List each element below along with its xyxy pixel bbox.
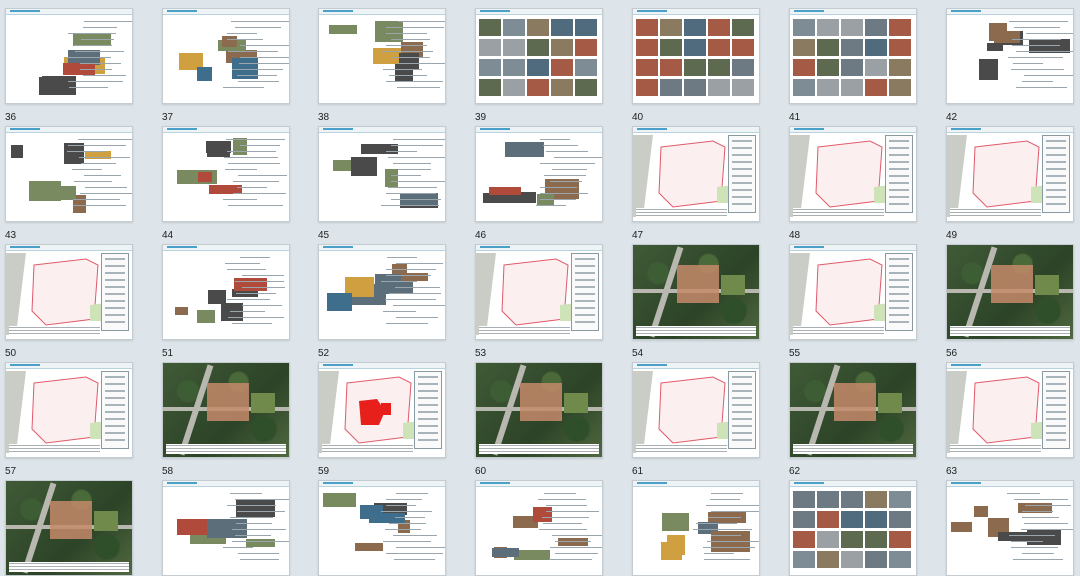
page-preview[interactable] [632, 480, 760, 576]
page-number: 60 [475, 466, 487, 477]
page-number: 43 [5, 230, 17, 241]
page-thumbnail[interactable]: 45 [318, 126, 446, 241]
page-preview[interactable] [475, 126, 603, 222]
page-preview[interactable] [946, 244, 1074, 340]
page-preview[interactable] [318, 8, 446, 104]
page-preview[interactable] [789, 244, 917, 340]
page-number: 54 [632, 348, 644, 359]
page-number: 62 [789, 466, 801, 477]
page-number: 53 [475, 348, 487, 359]
page-thumbnail[interactable]: 47 [632, 126, 760, 241]
page-preview[interactable] [162, 480, 290, 576]
page-number: 42 [946, 112, 958, 123]
page-preview[interactable] [789, 480, 917, 576]
page-number: 48 [789, 230, 801, 241]
page-number: 38 [318, 112, 330, 123]
page-thumbnail[interactable]: 59 [318, 362, 446, 477]
page-number: 36 [5, 112, 17, 123]
page-thumbnail[interactable] [162, 480, 290, 576]
page-thumbnail[interactable]: 40 [632, 8, 760, 123]
page-number: 47 [632, 230, 644, 241]
thumbnail-grid: 36 37 38 39 40 41 42 43 44 45 46 47 48 49 50 51 52 53 54 55… [0, 0, 1080, 576]
page-preview[interactable] [632, 8, 760, 104]
page-thumbnail[interactable]: 60 [475, 362, 603, 477]
page-number: 59 [318, 466, 330, 477]
page-thumbnail[interactable]: 37 [162, 8, 290, 123]
page-thumbnail[interactable]: 53 [475, 244, 603, 359]
page-preview[interactable] [5, 126, 133, 222]
page-thumbnail[interactable] [632, 480, 760, 576]
page-thumbnail[interactable]: 49 [946, 126, 1074, 241]
page-preview[interactable] [632, 126, 760, 222]
page-preview[interactable] [789, 126, 917, 222]
page-number: 55 [789, 348, 801, 359]
page-preview[interactable] [475, 480, 603, 576]
page-thumbnail[interactable]: 57 [5, 362, 133, 477]
page-number: 52 [318, 348, 330, 359]
page-thumbnail[interactable]: 38 [318, 8, 446, 123]
page-thumbnail[interactable]: 51 [162, 244, 290, 359]
page-preview[interactable] [318, 126, 446, 222]
page-number: 46 [475, 230, 487, 241]
page-thumbnail[interactable]: 42 [946, 8, 1074, 123]
page-preview[interactable] [162, 244, 290, 340]
page-thumbnail[interactable]: 43 [5, 126, 133, 241]
page-preview[interactable] [789, 8, 917, 104]
page-number: 49 [946, 230, 958, 241]
page-thumbnail[interactable] [789, 480, 917, 576]
page-thumbnail[interactable]: 55 [789, 244, 917, 359]
page-preview[interactable] [475, 362, 603, 458]
page-thumbnail[interactable]: 39 [475, 8, 603, 123]
page-preview[interactable] [5, 244, 133, 340]
page-preview[interactable] [162, 362, 290, 458]
page-thumbnail[interactable]: 44 [162, 126, 290, 241]
page-number: 57 [5, 466, 17, 477]
page-preview[interactable] [475, 8, 603, 104]
page-thumbnail[interactable]: 48 [789, 126, 917, 241]
page-thumbnail[interactable]: 41 [789, 8, 917, 123]
page-preview[interactable] [5, 8, 133, 104]
page-preview[interactable] [946, 126, 1074, 222]
page-thumbnail[interactable] [946, 480, 1074, 576]
page-number: 39 [475, 112, 487, 123]
page-thumbnail[interactable] [475, 480, 603, 576]
page-thumbnail[interactable]: 58 [162, 362, 290, 477]
page-number: 37 [162, 112, 174, 123]
page-number: 41 [789, 112, 801, 123]
page-thumbnail[interactable]: 50 [5, 244, 133, 359]
page-thumbnail[interactable] [318, 480, 446, 576]
page-preview[interactable] [946, 480, 1074, 576]
page-preview[interactable] [632, 362, 760, 458]
page-number: 40 [632, 112, 644, 123]
page-preview[interactable] [318, 480, 446, 576]
page-preview[interactable] [162, 8, 290, 104]
page-number: 63 [946, 466, 958, 477]
page-number: 58 [162, 466, 174, 477]
page-thumbnail[interactable]: 62 [789, 362, 917, 477]
page-thumbnail[interactable]: 46 [475, 126, 603, 241]
page-thumbnail[interactable]: 54 [632, 244, 760, 359]
page-preview[interactable] [162, 126, 290, 222]
page-thumbnail[interactable]: 56 [946, 244, 1074, 359]
page-number: 51 [162, 348, 174, 359]
page-preview[interactable] [946, 8, 1074, 104]
page-preview[interactable] [5, 362, 133, 458]
page-preview[interactable] [318, 244, 446, 340]
page-preview[interactable] [632, 244, 760, 340]
page-thumbnail[interactable]: 52 [318, 244, 446, 359]
page-preview[interactable] [946, 362, 1074, 458]
page-number: 56 [946, 348, 958, 359]
page-preview[interactable] [5, 480, 133, 576]
page-number: 50 [5, 348, 17, 359]
page-number: 45 [318, 230, 330, 241]
page-preview[interactable] [475, 244, 603, 340]
page-thumbnail[interactable]: 36 [5, 8, 133, 123]
page-thumbnail[interactable] [5, 480, 133, 576]
page-thumbnail[interactable]: 61 [632, 362, 760, 477]
page-number: 44 [162, 230, 174, 241]
page-preview[interactable] [789, 362, 917, 458]
page-number: 61 [632, 466, 644, 477]
page-preview[interactable] [318, 362, 446, 458]
page-thumbnail[interactable]: 63 [946, 362, 1074, 477]
